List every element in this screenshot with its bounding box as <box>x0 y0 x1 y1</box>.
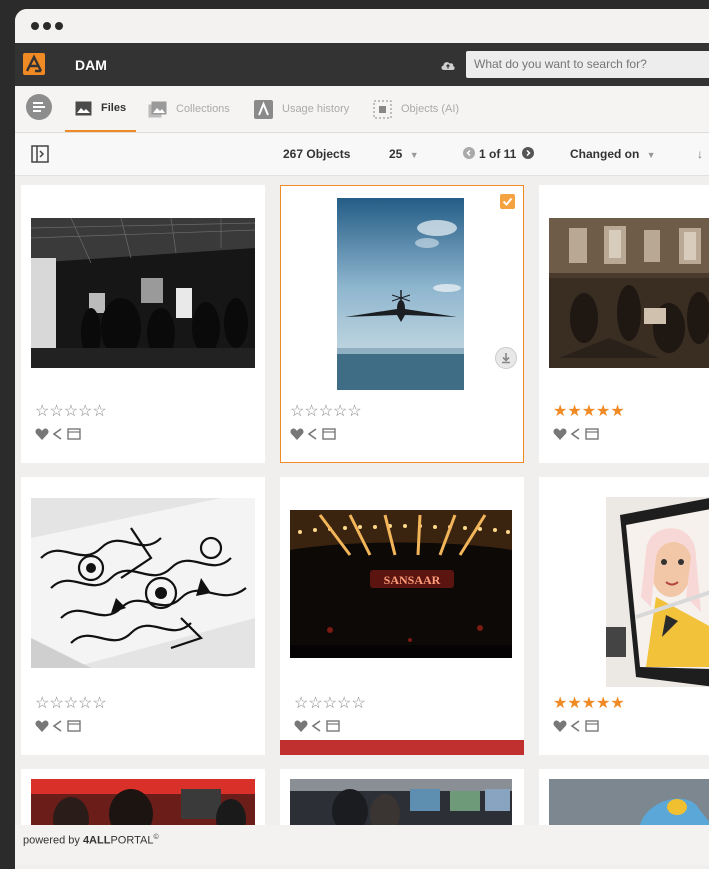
asset-thumbnail[interactable] <box>31 498 255 668</box>
next-page-icon[interactable] <box>522 147 534 159</box>
previous-page-icon[interactable] <box>463 147 475 159</box>
favorite-icon[interactable] <box>290 428 304 440</box>
tab-objects-ai-label: Objects (AI) <box>401 103 460 115</box>
rating-stars[interactable]: ☆☆☆☆☆ <box>290 401 362 421</box>
asset-grid: ☆☆☆☆☆ ☆☆☆☆☆ ★★★★★ ☆☆☆☆☆ SANSAAR ☆☆☆☆☆ ★★… <box>15 185 709 829</box>
brand-bold: 4ALL <box>82 834 111 847</box>
tab-files[interactable]: Files <box>65 86 137 132</box>
favorite-icon[interactable] <box>35 720 49 732</box>
menu-toggle-button[interactable] <box>26 94 52 120</box>
sort-label: Changed on <box>570 147 640 161</box>
brand-mark: © <box>153 834 159 841</box>
asset-card[interactable] <box>21 769 265 829</box>
tab-collections[interactable]: Collections <box>148 86 230 132</box>
collection-add-icon[interactable] <box>326 720 340 732</box>
svg-text:SANSAAR: SANSAAR <box>384 573 441 587</box>
search-input[interactable] <box>466 51 709 78</box>
tab-files-label: Files <box>101 102 127 114</box>
collection-add-icon[interactable] <box>67 428 81 440</box>
collection-add-icon[interactable] <box>322 428 336 440</box>
selected-checkbox[interactable] <box>500 194 515 209</box>
window-dot[interactable] <box>43 22 51 30</box>
tab-objects-ai[interactable]: Objects (AI) <box>373 86 459 132</box>
cloud-upload-icon[interactable] <box>440 58 456 70</box>
asset-thumbnail[interactable] <box>337 198 464 390</box>
asset-card[interactable]: ☆☆☆☆☆ <box>21 477 265 755</box>
favorite-icon[interactable] <box>35 428 49 440</box>
sort-select[interactable]: Changed on ▼ <box>570 147 656 161</box>
asset-card-selected[interactable]: ☆☆☆☆☆ <box>280 185 524 463</box>
app-name[interactable]: DAM <box>75 57 107 73</box>
favorite-icon[interactable] <box>553 720 567 732</box>
favorite-icon[interactable] <box>294 720 308 732</box>
card-actions <box>294 719 354 733</box>
browser-window: DAM Files Collections Usage history Obje… <box>15 9 709 869</box>
share-icon[interactable] <box>52 428 62 440</box>
card-actions <box>290 427 350 441</box>
chevron-down-icon: ▼ <box>409 150 419 160</box>
asset-thumbnail[interactable] <box>290 779 512 829</box>
rating-stars[interactable]: ☆☆☆☆☆ <box>35 693 107 713</box>
card-actions <box>553 719 613 733</box>
powered-by: powered by 4ALLPORTAL© <box>23 834 159 847</box>
asset-thumbnail[interactable] <box>549 779 709 829</box>
asset-thumbnail[interactable] <box>31 779 255 829</box>
footer: powered by 4ALLPORTAL© <box>15 825 709 865</box>
asset-thumbnail[interactable] <box>549 218 709 368</box>
tab-collections-label: Collections <box>176 103 230 115</box>
tab-usage-history-label: Usage history <box>282 103 350 115</box>
usage-history-icon <box>254 99 273 119</box>
tab-usage-history[interactable]: Usage history <box>254 86 349 132</box>
card-actions <box>35 719 95 733</box>
rating-stars[interactable]: ★★★★★ <box>553 693 625 713</box>
favorite-icon[interactable] <box>553 428 567 440</box>
object-count: 267 Objects <box>283 147 351 161</box>
asset-card[interactable]: ★★★★★ <box>539 185 709 463</box>
brand-rest: PORTAL <box>110 834 154 847</box>
share-icon[interactable] <box>311 720 321 732</box>
rating-stars[interactable]: ☆☆☆☆☆ <box>294 693 366 713</box>
card-actions <box>553 427 613 441</box>
window-dot[interactable] <box>55 22 63 30</box>
download-icon[interactable] <box>495 347 517 369</box>
sidebar-toggle-icon[interactable] <box>31 145 49 163</box>
asset-card[interactable]: ☆☆☆☆☆ <box>21 185 265 463</box>
image-icon <box>75 101 92 115</box>
asset-card[interactable]: ★★★★★ <box>539 477 709 755</box>
asset-card[interactable] <box>539 769 709 829</box>
app-header: DAM <box>15 43 709 86</box>
app-logo-icon[interactable] <box>23 53 45 75</box>
sort-direction-icon[interactable]: ↓ <box>697 147 703 161</box>
page-size-select[interactable]: 25 ▼ <box>389 147 419 161</box>
asset-card[interactable] <box>280 769 524 829</box>
asset-thumbnail[interactable]: SANSAAR <box>290 510 512 658</box>
powered-by-prefix: powered by <box>23 834 83 847</box>
title-bar <box>15 9 709 43</box>
collection-add-icon[interactable] <box>585 720 599 732</box>
pagination-label: 1 of 11 <box>479 147 517 161</box>
page-size-value: 25 <box>389 147 403 161</box>
rating-stars[interactable]: ☆☆☆☆☆ <box>35 401 107 421</box>
collections-icon <box>148 101 167 117</box>
share-icon[interactable] <box>307 428 317 440</box>
share-icon[interactable] <box>570 720 580 732</box>
asset-thumbnail[interactable] <box>606 497 709 687</box>
card-actions <box>35 427 95 441</box>
tab-bar: Files Collections Usage history Objects … <box>15 86 709 133</box>
asset-thumbnail[interactable] <box>31 218 255 368</box>
window-dot[interactable] <box>31 22 39 30</box>
objects-ai-icon <box>373 100 392 118</box>
share-icon[interactable] <box>52 720 62 732</box>
asset-card[interactable]: SANSAAR ☆☆☆☆☆ <box>280 477 524 755</box>
chevron-down-icon: ▼ <box>646 150 656 160</box>
results-toolbar: 267 Objects 25 ▼ 1 of 11 Changed on ▼ ↓ <box>15 133 709 176</box>
collection-add-icon[interactable] <box>585 428 599 440</box>
status-bar <box>280 740 524 755</box>
share-icon[interactable] <box>570 428 580 440</box>
rating-stars[interactable]: ★★★★★ <box>553 401 625 421</box>
collection-add-icon[interactable] <box>67 720 81 732</box>
